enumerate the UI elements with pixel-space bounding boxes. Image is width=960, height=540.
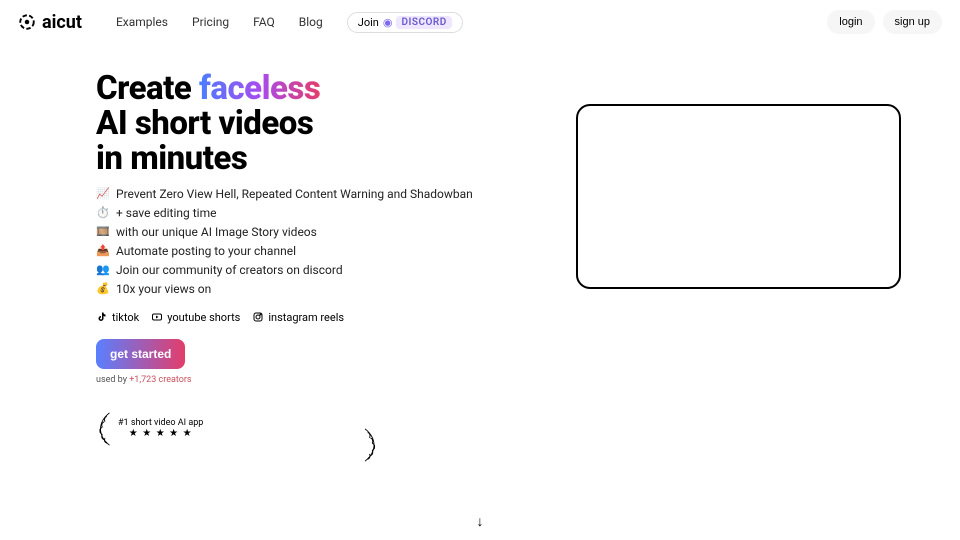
nav-blog[interactable]: Blog bbox=[299, 15, 323, 29]
scroll-down-arrow[interactable]: ↓ bbox=[0, 513, 960, 530]
badge-stars: ★ ★ ★ ★ ★ bbox=[118, 428, 203, 439]
auth-buttons: login sign up bbox=[827, 10, 942, 34]
feature-item: ⏱️+ save editing time bbox=[96, 206, 536, 220]
signup-button[interactable]: sign up bbox=[883, 10, 942, 34]
platform-youtube: youtube shorts bbox=[151, 311, 240, 324]
outbox-icon: 📤 bbox=[96, 244, 110, 257]
instagram-icon bbox=[252, 311, 264, 323]
used-by-text: used by +1,723 creators bbox=[96, 375, 536, 385]
logo-icon bbox=[18, 13, 36, 31]
laurel-left-icon bbox=[96, 411, 114, 447]
chart-icon: 📈 bbox=[96, 187, 110, 200]
title-gradient-word: faceless bbox=[199, 69, 320, 108]
platform-tiktok: tiktok bbox=[96, 311, 139, 324]
header: aicut Examples Pricing FAQ Blog Join ◉ D… bbox=[0, 0, 960, 44]
logo-text: aicut bbox=[42, 12, 82, 33]
community-icon: 👥 bbox=[96, 263, 110, 276]
film-icon: 🎞️ bbox=[96, 225, 110, 238]
arrow-down-icon: ↓ bbox=[477, 514, 484, 530]
login-button[interactable]: login bbox=[827, 10, 874, 34]
used-by-count: +1,723 creators bbox=[129, 375, 191, 385]
hero-right bbox=[576, 104, 901, 463]
hero-title: Create faceless AI short videos in minut… bbox=[96, 72, 536, 177]
hero-left: Create faceless AI short videos in minut… bbox=[96, 72, 536, 463]
feature-list: 📈Prevent Zero View Hell, Repeated Conten… bbox=[96, 187, 536, 296]
logo[interactable]: aicut bbox=[18, 12, 82, 33]
title-line3: in minutes bbox=[96, 139, 247, 178]
video-preview-box[interactable] bbox=[576, 104, 901, 289]
tiktok-icon bbox=[96, 311, 108, 323]
badge-text: #1 short video AI app ★ ★ ★ ★ ★ bbox=[118, 418, 203, 439]
platforms: tiktok youtube shorts instagram reels bbox=[96, 311, 536, 324]
badge-title: #1 short video AI app bbox=[118, 418, 203, 428]
cta-section: get started bbox=[96, 339, 536, 369]
join-label: Join bbox=[358, 16, 379, 29]
main: Create faceless AI short videos in minut… bbox=[0, 44, 960, 463]
nav-examples[interactable]: Examples bbox=[116, 15, 168, 29]
discord-icon: ◉ bbox=[383, 16, 393, 29]
youtube-icon bbox=[151, 311, 163, 323]
feature-item: 💰10x your views on bbox=[96, 282, 536, 296]
nav-pricing[interactable]: Pricing bbox=[192, 15, 229, 29]
discord-badge: DISCORD bbox=[396, 16, 451, 29]
award-badge: #1 short video AI app ★ ★ ★ ★ ★ bbox=[96, 395, 536, 463]
nav-faq[interactable]: FAQ bbox=[253, 15, 275, 29]
feature-item: 📤Automate posting to your channel bbox=[96, 244, 536, 258]
feature-item: 👥Join our community of creators on disco… bbox=[96, 263, 536, 277]
feature-item: 📈Prevent Zero View Hell, Repeated Conten… bbox=[96, 187, 536, 201]
nav: Examples Pricing FAQ Blog Join ◉ DISCORD bbox=[116, 12, 463, 33]
stopwatch-icon: ⏱️ bbox=[96, 206, 110, 219]
platform-instagram: instagram reels bbox=[252, 311, 344, 324]
join-discord-button[interactable]: Join ◉ DISCORD bbox=[347, 12, 463, 33]
title-line2: AI short videos bbox=[96, 104, 313, 143]
money-icon: 💰 bbox=[96, 282, 110, 295]
laurel-right-icon bbox=[207, 427, 532, 463]
feature-item: 🎞️with our unique AI Image Story videos bbox=[96, 225, 536, 239]
title-line1a: Create bbox=[96, 69, 199, 108]
get-started-button[interactable]: get started bbox=[96, 339, 185, 369]
